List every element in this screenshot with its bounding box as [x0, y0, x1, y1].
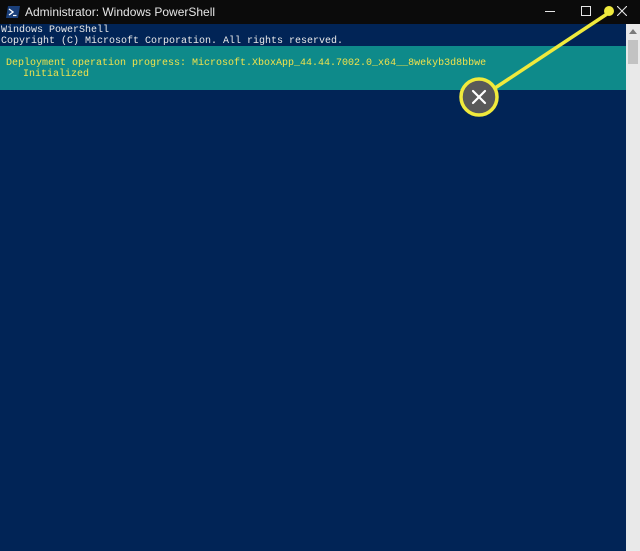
- title-bar[interactable]: Administrator: Windows PowerShell: [0, 0, 640, 24]
- close-button[interactable]: [604, 0, 640, 24]
- minimize-button[interactable]: [532, 0, 568, 24]
- window-title: Administrator: Windows PowerShell: [25, 5, 216, 19]
- console-line: Windows PowerShell: [1, 25, 110, 36]
- vertical-scrollbar[interactable]: [626, 24, 640, 551]
- maximize-button[interactable]: [568, 0, 604, 24]
- powershell-window: Administrator: Windows PowerShell Window…: [0, 0, 640, 551]
- powershell-icon: [6, 5, 20, 19]
- scroll-up-arrow-icon[interactable]: [629, 29, 637, 34]
- scroll-thumb[interactable]: [628, 40, 638, 64]
- console-output[interactable]: Windows PowerShell Copyright (C) Microso…: [0, 24, 626, 551]
- minimize-icon: [545, 5, 555, 19]
- progress-title: Deployment operation progress: Microsoft…: [6, 58, 487, 69]
- progress-status: Initialized: [23, 69, 90, 80]
- progress-panel: Deployment operation progress: Microsoft…: [0, 46, 626, 90]
- close-icon: [616, 5, 628, 19]
- maximize-icon: [581, 5, 591, 19]
